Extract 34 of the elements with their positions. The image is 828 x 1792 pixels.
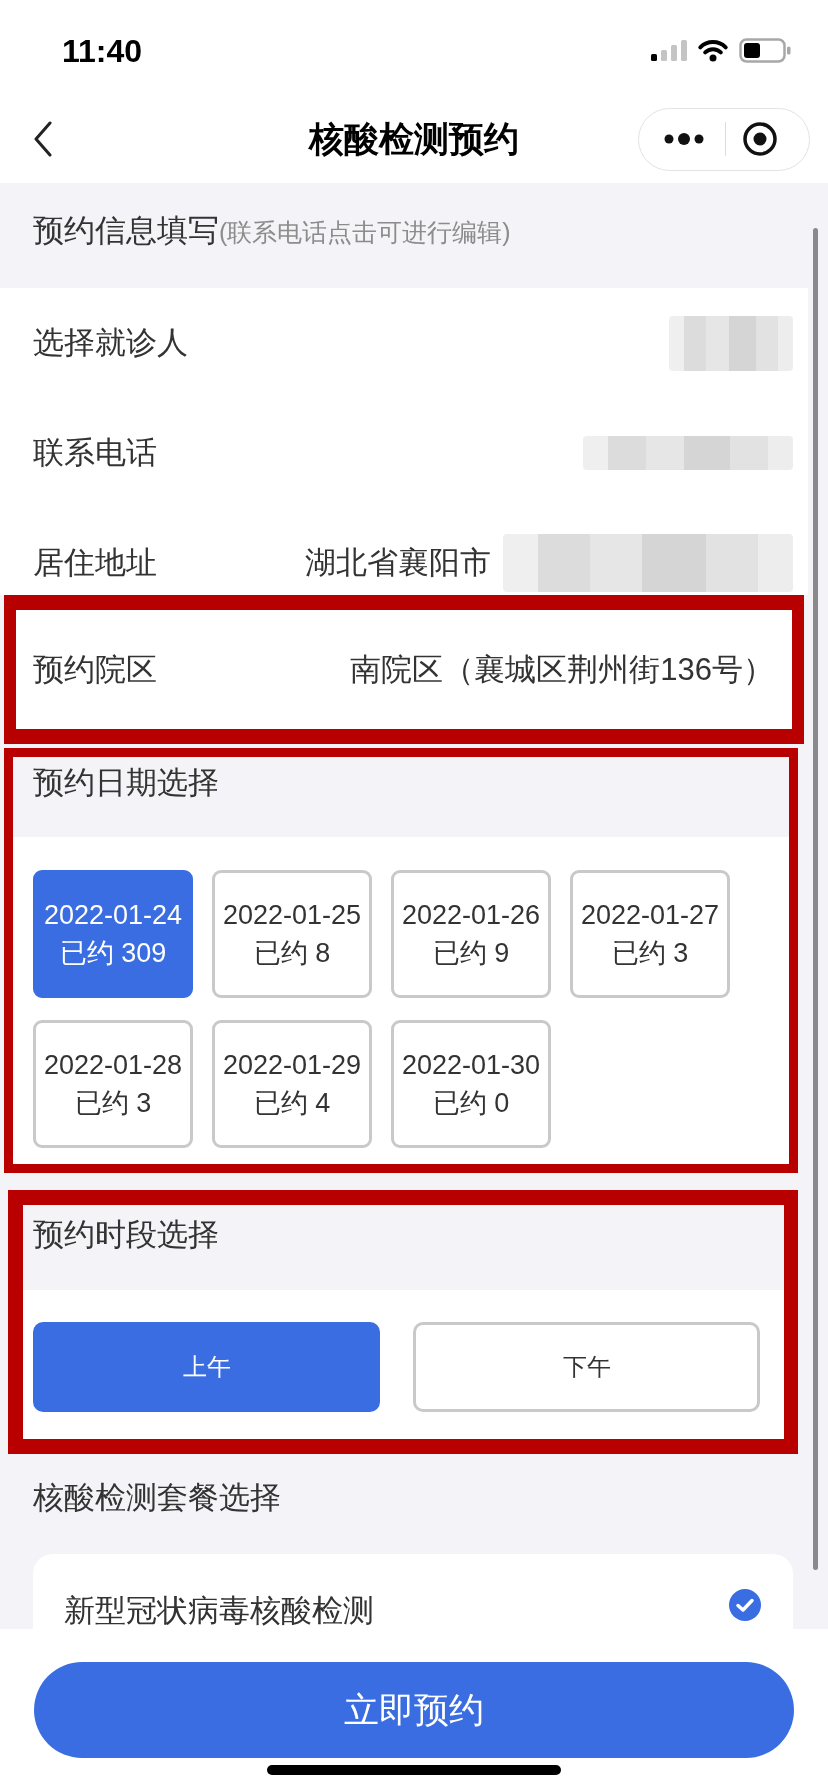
circle-dot-icon [743, 122, 777, 156]
more-icon [664, 133, 704, 145]
section-hint: (联系电话点击可进行编辑) [219, 218, 511, 246]
form-row[interactable]: 预约院区 南院区（襄城区荆州街136号） [16, 610, 792, 729]
date-option[interactable]: 2022-01-27 已约 3 [570, 870, 730, 998]
section-title: 预约信息填写 [33, 213, 219, 248]
row-label: 预约院区 [33, 650, 157, 689]
section-title: 核酸检测套餐选择 [33, 1480, 281, 1515]
page-title: 核酸检测预约 [309, 118, 519, 160]
form-row[interactable]: 联系电话 [0, 398, 808, 508]
section-title: 预约日期选择 [33, 765, 219, 800]
signal-icon [651, 40, 687, 61]
time-option[interactable]: 下午 [413, 1322, 760, 1412]
section-title: 预约时段选择 [33, 1217, 219, 1252]
row-value-text: 湖北省襄阳市 [305, 544, 491, 582]
date-option[interactable]: 2022-01-26 已约 9 [391, 870, 551, 998]
wifi-icon [697, 39, 729, 62]
row-value-text: 南院区（襄城区荆州街136号） [350, 650, 774, 689]
time-option[interactable]: 上午 [33, 1322, 380, 1412]
date-option[interactable]: 2022-01-24 已约 309 [33, 870, 193, 998]
date-option[interactable]: 2022-01-29 已约 4 [212, 1020, 372, 1148]
chevron-left-icon [33, 121, 53, 157]
package-option[interactable]: 新型冠状病毒核酸检测 [33, 1554, 793, 1629]
row-label: 联系电话 [33, 434, 157, 472]
status-time: 11:40 [62, 31, 143, 70]
date-option[interactable]: 2022-01-25 已约 8 [212, 870, 372, 998]
date-option[interactable]: 2022-01-28 已约 3 [33, 1020, 193, 1148]
form-row[interactable]: 选择就诊人 [0, 288, 808, 398]
battery-icon [739, 38, 791, 63]
row-label: 居住地址 [33, 544, 157, 582]
row-label: 选择就诊人 [33, 324, 188, 362]
submit-button[interactable]: 立即预约 [34, 1662, 794, 1758]
form-row[interactable]: 居住地址 湖北省襄阳市 [0, 508, 808, 595]
date-option[interactable]: 2022-01-30 已约 0 [391, 1020, 551, 1148]
